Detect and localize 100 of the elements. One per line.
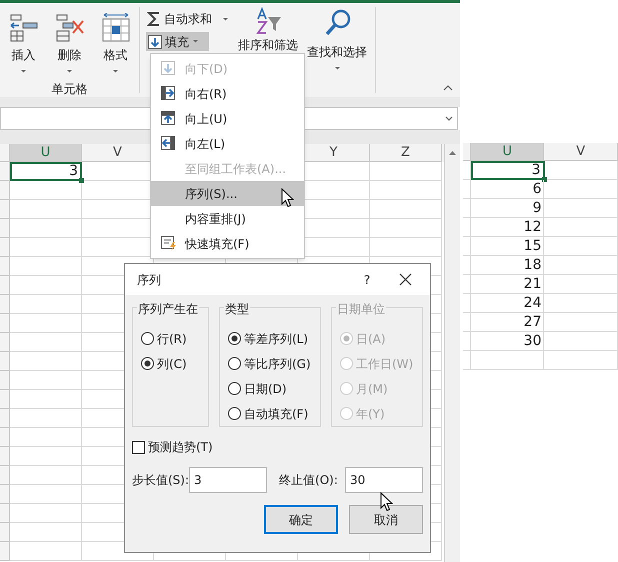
table-cell[interactable]: 15 bbox=[470, 237, 544, 256]
row-header[interactable] bbox=[0, 428, 10, 447]
fill-button[interactable]: 填充 bbox=[146, 32, 209, 51]
table-cell[interactable] bbox=[544, 180, 618, 199]
table-cell[interactable]: 30 bbox=[470, 332, 544, 351]
table-cell[interactable] bbox=[370, 219, 442, 238]
row-header[interactable] bbox=[463, 161, 471, 180]
row-header[interactable] bbox=[0, 333, 10, 352]
table-cell[interactable] bbox=[544, 332, 618, 351]
table-cell[interactable] bbox=[544, 161, 618, 180]
row-header[interactable] bbox=[463, 218, 471, 237]
ribbon-button[interactable]: 插入 bbox=[2, 11, 44, 74]
row-header[interactable] bbox=[0, 200, 10, 219]
row-header[interactable] bbox=[463, 256, 471, 275]
row-header[interactable] bbox=[0, 504, 10, 523]
radio-option[interactable]: 列(C) bbox=[141, 351, 187, 376]
row-header[interactable] bbox=[0, 314, 10, 333]
input-field[interactable]: 30 bbox=[345, 467, 423, 493]
row-header[interactable] bbox=[0, 276, 10, 295]
table-cell[interactable] bbox=[10, 200, 82, 219]
row-header[interactable] bbox=[463, 275, 471, 294]
autosum-button[interactable]: 自动求和 bbox=[146, 10, 232, 28]
table-cell[interactable] bbox=[10, 409, 82, 428]
radio-option[interactable]: 等比序列(G) bbox=[228, 351, 311, 376]
table-cell[interactable] bbox=[370, 238, 442, 257]
ribbon-button[interactable]: 删除 bbox=[48, 11, 90, 74]
find-select-button[interactable]: 查找和选择 bbox=[304, 7, 370, 93]
menu-item[interactable]: 内容重排(J) bbox=[151, 206, 304, 231]
radio-option[interactable]: 日期(D) bbox=[228, 376, 287, 401]
table-cell[interactable] bbox=[10, 390, 82, 409]
table-cell[interactable] bbox=[10, 371, 82, 390]
column-header[interactable]: V bbox=[544, 143, 618, 161]
table-cell[interactable] bbox=[10, 504, 82, 523]
fill-handle[interactable] bbox=[79, 178, 84, 183]
table-cell[interactable]: 21 bbox=[470, 275, 544, 294]
table-cell[interactable] bbox=[10, 181, 82, 200]
row-header[interactable] bbox=[0, 390, 10, 409]
row-header[interactable] bbox=[0, 238, 10, 257]
row-header[interactable] bbox=[0, 257, 10, 276]
row-header[interactable] bbox=[0, 219, 10, 238]
radio-button[interactable] bbox=[228, 382, 241, 395]
table-cell[interactable]: 27 bbox=[470, 313, 544, 332]
row-header[interactable] bbox=[0, 181, 10, 200]
radio-option[interactable]: 行(R) bbox=[141, 326, 187, 351]
table-cell[interactable] bbox=[10, 428, 82, 447]
row-header[interactable] bbox=[0, 352, 10, 371]
row-header[interactable] bbox=[463, 199, 471, 218]
table-cell[interactable] bbox=[10, 295, 82, 314]
radio-option[interactable]: 自动填充(F) bbox=[228, 401, 308, 426]
table-cell[interactable] bbox=[10, 333, 82, 352]
radio-button[interactable] bbox=[141, 357, 154, 370]
table-cell[interactable] bbox=[10, 523, 82, 542]
dialog-button[interactable]: 确定 bbox=[264, 505, 338, 534]
table-cell[interactable] bbox=[370, 162, 442, 181]
row-header[interactable] bbox=[463, 351, 471, 370]
table-cell[interactable] bbox=[470, 351, 544, 370]
table-cell[interactable] bbox=[544, 199, 618, 218]
fill-handle[interactable] bbox=[542, 177, 546, 182]
row-header[interactable] bbox=[0, 409, 10, 428]
vertical-scrollbar[interactable] bbox=[444, 144, 460, 562]
radio-button[interactable] bbox=[228, 407, 241, 420]
table-cell[interactable] bbox=[544, 218, 618, 237]
input-field[interactable]: 3 bbox=[189, 467, 268, 493]
table-cell[interactable]: 12 bbox=[470, 218, 544, 237]
table-cell[interactable] bbox=[10, 238, 82, 257]
table-cell[interactable] bbox=[544, 256, 618, 275]
table-cell[interactable] bbox=[10, 485, 82, 504]
menu-item[interactable]: 快速填充(F) bbox=[151, 231, 304, 256]
menu-item[interactable]: 向上(U) bbox=[151, 106, 304, 131]
table-cell[interactable] bbox=[544, 351, 618, 370]
row-header[interactable] bbox=[0, 485, 10, 504]
table-cell[interactable] bbox=[370, 200, 442, 219]
row-header[interactable] bbox=[463, 294, 471, 313]
table-cell[interactable] bbox=[10, 542, 82, 561]
table-cell[interactable] bbox=[10, 257, 82, 276]
ribbon-button[interactable]: 格式 bbox=[94, 11, 136, 74]
row-header[interactable] bbox=[463, 237, 471, 256]
table-cell[interactable]: 6 bbox=[470, 180, 544, 199]
table-cell[interactable] bbox=[10, 314, 82, 333]
table-cell[interactable] bbox=[10, 276, 82, 295]
table-cell[interactable]: 18 bbox=[470, 256, 544, 275]
row-header[interactable] bbox=[463, 180, 471, 199]
row-header[interactable] bbox=[463, 332, 471, 351]
active-cell[interactable]: 3 bbox=[10, 162, 82, 181]
radio-button[interactable] bbox=[228, 357, 241, 370]
table-cell[interactable] bbox=[544, 237, 618, 256]
dialog-button[interactable]: 取消 bbox=[349, 505, 423, 534]
row-header[interactable] bbox=[0, 447, 10, 466]
help-button[interactable]: ? bbox=[357, 270, 377, 288]
column-header[interactable]: U bbox=[470, 143, 544, 161]
table-cell[interactable] bbox=[370, 181, 442, 200]
row-header[interactable] bbox=[0, 542, 10, 561]
column-header[interactable]: Z bbox=[370, 144, 442, 162]
expand-icon[interactable] bbox=[445, 116, 453, 122]
row-header[interactable] bbox=[0, 466, 10, 485]
table-cell[interactable]: 9 bbox=[470, 199, 544, 218]
table-cell[interactable] bbox=[544, 275, 618, 294]
radio-button[interactable] bbox=[141, 332, 154, 345]
row-header[interactable] bbox=[0, 295, 10, 314]
row-header[interactable] bbox=[0, 162, 10, 181]
